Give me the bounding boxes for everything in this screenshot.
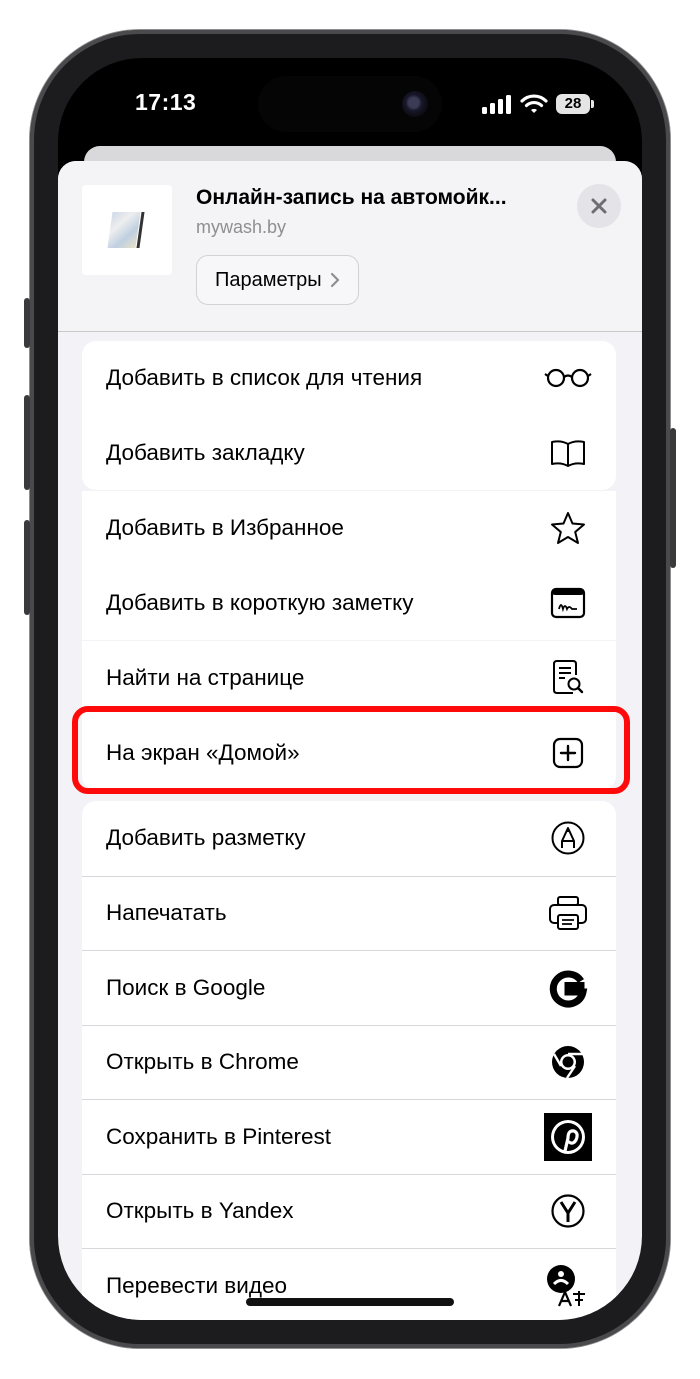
action-row-reading-list[interactable]: Добавить в список для чтения [82,341,616,416]
action-row-open-in-chrome[interactable]: Открыть в Chrome [82,1024,616,1100]
google-icon [549,970,588,1008]
volume-up-button [24,395,30,490]
action-label: Добавить разметку [106,825,306,851]
close-button[interactable] [577,184,621,228]
status-bar: 17:13 28 [58,58,642,148]
wifi-icon [520,94,548,113]
cellular-signal-icon [482,95,511,114]
action-row-markup[interactable]: Добавить разметку [82,801,616,876]
battery-indicator: 28 [556,94,594,114]
options-button-label: Параметры [215,268,322,291]
star-icon [551,512,585,545]
dynamic-island [258,76,442,132]
book-icon [551,440,585,467]
action-group-2: Добавить в Избранное Добавить в короткую… [82,491,616,640]
page-url: mywash.by [196,217,287,237]
chevron-right-icon [330,272,339,288]
share-header: Онлайн-запись на автомойк... mywash.by П… [58,161,642,332]
action-row-find-on-page[interactable]: Найти на странице [82,641,616,716]
printer-icon [549,896,587,931]
action-row-bookmark[interactable]: Добавить закладку [82,416,616,491]
action-label: Открыть в Chrome [106,1049,299,1075]
action-label: Добавить в Избранное [106,515,344,541]
chrome-icon [552,1046,584,1079]
action-label: Напечатать [106,900,227,926]
action-label: Добавить в короткую заметку [106,589,414,615]
options-button[interactable]: Параметры [196,255,359,305]
action-label: Открыть в Yandex [106,1198,294,1224]
highlight-frame [72,706,630,794]
page-title: Онлайн-запись на автомойк... [196,186,507,209]
action-label: Поиск в Google [106,974,266,1000]
action-row-print[interactable]: Напечатать [82,875,616,951]
mute-switch [24,298,30,348]
pinterest-icon [544,1112,592,1161]
action-group-1: Добавить в список для чтения Добавить за… [82,341,616,490]
power-button [670,428,676,568]
translate-video-icon [547,1264,585,1307]
phone-screen: 17:13 28 Онлайн-запись на автомойк... my… [58,58,642,1320]
action-label: Найти на странице [106,665,305,691]
home-indicator [246,1298,454,1306]
action-label: Добавить закладку [106,439,305,465]
action-row-pinterest[interactable]: Сохранить в Pinterest [82,1099,616,1174]
page-thumbnail [82,185,172,275]
action-group-4: Добавить разметку Напечатать Поиск в Goo… [82,801,616,1320]
camera-icon [402,91,428,117]
action-row-quick-note[interactable]: Добавить в короткую заметку [82,566,616,641]
action-row-translate-video[interactable]: Перевести видео [82,1248,616,1320]
quick-note-icon [550,587,586,618]
action-label: Сохранить в Pinterest [106,1123,332,1149]
action-row-open-in-yandex[interactable]: Открыть в Yandex [82,1173,616,1249]
action-label: Перевести видео [106,1272,287,1298]
glasses-icon [544,369,592,388]
action-row-google-search[interactable]: Поиск в Google [82,950,616,1025]
action-label: Добавить в список для чтения [106,365,423,391]
find-in-page-icon [553,660,584,695]
markup-pen-icon [551,821,585,855]
status-time: 17:13 [135,89,197,115]
action-row-favorites[interactable]: Добавить в Избранное [82,491,616,566]
volume-down-button [24,520,30,615]
yandex-icon [551,1194,585,1228]
close-icon [591,198,607,214]
